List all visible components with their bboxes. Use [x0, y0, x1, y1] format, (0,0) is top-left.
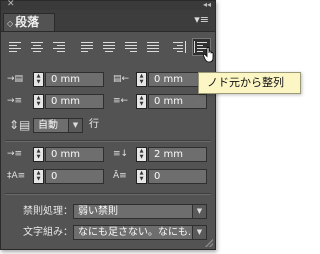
right-indent-stepper[interactable]: ▲ ▼ [136, 72, 147, 87]
left-indent-stepper[interactable]: ▲ ▼ [33, 72, 44, 87]
last-line-indent-icon: ≡← [113, 96, 129, 106]
space-before-icon: →≡ [7, 149, 23, 159]
last-line-indent-stepper[interactable]: ▲ ▼ [136, 94, 147, 109]
leading-unit-label: 行 [89, 119, 99, 130]
resize-handle[interactable] [205, 239, 213, 247]
align-right-button[interactable] [51, 39, 68, 55]
divider [5, 193, 211, 195]
justify-all-button[interactable] [145, 39, 162, 55]
drop-cap-lines-icon: ‡A≡ [7, 171, 26, 181]
tab-paragraph-label: 段落 [15, 15, 40, 29]
justify-right-button[interactable] [123, 39, 140, 55]
space-after-icon: ≡↓ [113, 149, 129, 159]
panel-tab-bar: ◇ 段落 ▾≡ [1, 10, 215, 32]
align-left-button[interactable] [7, 39, 24, 55]
justify-center-button[interactable] [101, 39, 118, 55]
left-indent-icon: →▤ [7, 74, 24, 84]
leading-select-value: 自動 [38, 120, 58, 131]
first-line-indent-stepper[interactable]: ▲ ▼ [33, 94, 44, 109]
drop-cap-lines-field[interactable]: 0 [45, 169, 104, 184]
last-line-indent-field[interactable]: 0 mm [148, 94, 207, 109]
mojikumi-select[interactable]: なにも足さない。なにも... ▼ [73, 225, 207, 240]
first-line-indent-field[interactable]: 0 mm [45, 94, 104, 109]
mojikumi-select-value: なにも足さない。なにも... [78, 227, 198, 238]
drop-cap-chars-icon: Ā≡ [113, 171, 127, 181]
kinsoku-label: 禁則処理： [23, 206, 73, 217]
drop-cap-lines-stepper[interactable]: ▲ ▼ [33, 169, 44, 184]
collapse-icon[interactable]: ◂◂ [203, 0, 211, 10]
space-after-field[interactable]: 2 mm [148, 147, 207, 162]
right-indent-icon: ▤← [113, 74, 130, 84]
chevron-down-icon[interactable]: ▼ [192, 226, 206, 239]
mouse-cursor-icon [203, 47, 214, 63]
kinsoku-select-value: 弱い禁則 [78, 206, 118, 217]
divider [5, 140, 211, 142]
align-toward-spine-button[interactable] [171, 39, 188, 55]
paragraph-panel: ✕ ◂◂ ◇ 段落 ▾≡ →▤ ▲ ▼ 0 mm ▤← ▲ ▼ 0 mm →≡ … [0, 0, 216, 250]
mojikumi-label: 文字組み： [23, 227, 73, 238]
align-center-button[interactable] [29, 39, 46, 55]
left-indent-field[interactable]: 0 mm [45, 72, 104, 87]
leading-icon: ⇕▤ [9, 118, 31, 132]
leading-select[interactable]: 自動 ▼ [33, 118, 83, 133]
space-after-stepper[interactable]: ▲ ▼ [136, 147, 147, 162]
expand-toggle-icon[interactable]: ◇ [7, 19, 13, 28]
chevron-down-icon[interactable]: ▼ [192, 205, 206, 218]
close-icon[interactable]: ✕ [7, 0, 15, 10]
drop-cap-chars-field[interactable]: 0 [148, 169, 207, 184]
chevron-down-icon[interactable]: ▼ [68, 119, 82, 132]
tab-paragraph[interactable]: ◇ 段落 [3, 13, 55, 31]
first-line-indent-icon: →≡ [7, 96, 23, 106]
kinsoku-select[interactable]: 弱い禁則 ▼ [73, 204, 207, 219]
justify-left-button[interactable] [79, 39, 96, 55]
space-before-field[interactable]: 0 mm [45, 147, 104, 162]
space-before-stepper[interactable]: ▲ ▼ [33, 147, 44, 162]
tooltip: ノド元から整列 [198, 72, 301, 94]
panel-menu-icon[interactable]: ▾≡ [194, 14, 209, 26]
drop-cap-chars-stepper[interactable]: ▲ ▼ [136, 169, 147, 184]
